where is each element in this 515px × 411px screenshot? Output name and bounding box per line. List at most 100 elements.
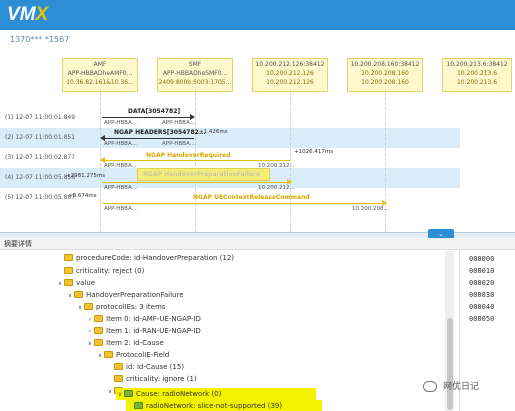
folder-icon <box>84 303 93 310</box>
folder-icon <box>94 327 103 334</box>
tree-node[interactable]: › Item 1: id-RAN-UE-NGAP-ID <box>86 325 201 337</box>
endpoint-to: 10.200.212... <box>258 185 295 191</box>
folder-icon <box>104 351 113 358</box>
hex-offset: 000020 <box>469 279 495 287</box>
message-label[interactable]: NGAP HandoverPreparationFailure <box>143 171 260 178</box>
hex-offset: 000010 <box>469 267 495 275</box>
tree-node[interactable]: ∨ protocolIEs: 3 items <box>76 301 165 313</box>
folder-icon <box>94 339 103 346</box>
row-time: (5) 12-07 11:00:05.867 <box>5 194 76 201</box>
watermark-text: 网优日记 <box>425 379 479 392</box>
column-host: 10.200.208.160 <box>361 70 409 77</box>
folder-icon <box>64 267 73 274</box>
tree-node[interactable]: criticality: ignore (1) <box>106 373 197 385</box>
folder-icon <box>114 363 123 370</box>
tree-node-label: ProtocolIE-Field <box>116 351 170 359</box>
folder-icon <box>64 254 73 261</box>
column-name: 10.200.212.126:38412 <box>255 61 325 68</box>
endpoint-from: APP-HBBA... <box>104 163 137 169</box>
tree-node-label: value <box>76 279 96 287</box>
collapse-caret-icon[interactable]: ∨ <box>116 389 124 401</box>
folder-icon <box>124 390 133 397</box>
collapse-caret-icon[interactable]: ∨ <box>76 302 84 314</box>
tree-node[interactable]: ∨ ProtocolIE-Field <box>96 349 169 361</box>
message-arrow <box>102 182 288 183</box>
endpoint-from: APP-HBBA... <box>104 120 137 126</box>
tree-node-label: Item 1: id-RAN-UE-NGAP-ID <box>106 327 201 335</box>
column-host: APP-HBBADheSMF0... <box>162 70 228 77</box>
column-header-gnb-2[interactable]: 10.200.208.160:38412 10.200.208.160 10.2… <box>347 58 423 92</box>
tree-node-label: criticality: reject (0) <box>76 267 145 275</box>
message-arrow <box>102 203 383 204</box>
message-label[interactable]: NGAP UEContextReleaseCommand <box>193 194 310 201</box>
flow-row[interactable]: (1) 12-07 11:00:01.849 <box>0 108 460 128</box>
collapse-caret-icon[interactable]: ∨ <box>56 278 64 290</box>
tree-node-label: procedureCode: id-HandoverPreparation (1… <box>76 254 235 262</box>
detail-panel-title: 摘要详情 <box>4 240 32 248</box>
tree-node[interactable]: id: id-Cause (15) <box>106 361 184 373</box>
tree-node[interactable]: criticality: reject (0) <box>56 265 144 277</box>
endpoint-from: APP-HBBA... <box>104 141 137 147</box>
folder-icon <box>94 315 103 322</box>
message-arrow <box>102 138 194 139</box>
tree-node[interactable]: ∨ value <box>56 277 95 289</box>
tree-node-label: Cause: radioNetwork (0) <box>136 390 222 398</box>
tree-node-label: protocolIEs: 3 items <box>96 303 166 311</box>
message-label[interactable]: NGAP HandoverRequired <box>146 152 230 159</box>
watermark-label: 网优日记 <box>443 382 480 392</box>
column-header-gnb-3[interactable]: 10.200.213.6:38412 10.200.213.6 10.200.2… <box>442 58 512 92</box>
app-header: VMX <box>0 0 515 30</box>
endpoint-from: APP-HBBA... <box>104 185 137 191</box>
collapse-caret-icon[interactable]: ∨ <box>66 290 74 302</box>
endpoint-to: 10.200.208... <box>352 206 389 212</box>
tree-node-label: Item 2: id-Cause <box>106 339 164 347</box>
tree-node-highlighted[interactable]: radioNetwork: slice-not-supported (39) <box>126 400 322 411</box>
folder-icon <box>74 291 83 298</box>
collapse-caret-icon[interactable]: ∨ <box>106 386 114 398</box>
row-time: (2) 12-07 11:00:01.851 <box>5 134 76 141</box>
hex-offset: 000050 <box>469 315 495 323</box>
folder-icon <box>64 279 73 286</box>
tree-node[interactable]: ∨ HandoverPreparationFailure <box>66 289 184 301</box>
tree-scrollbar-thumb[interactable] <box>447 318 453 410</box>
flow-row[interactable]: (2) 12-07 11:00:01.851 <box>0 128 460 148</box>
folder-icon <box>114 375 123 382</box>
message-label[interactable]: DATA[3054782] <box>128 108 180 115</box>
tree-node[interactable]: › Item 0: id-AMF-UE-NGAP-ID <box>86 313 201 325</box>
column-header-amf[interactable]: AMF APP-HBBADheAMF0... 10.36.82.161&10.3… <box>62 58 138 92</box>
column-host: 10.200.212.126 <box>266 70 314 77</box>
detail-panel-header: 摘要详情 <box>0 238 515 250</box>
column-host: 10.200.213.6 <box>456 70 498 77</box>
column-header-smf[interactable]: SMF APP-HBBADheSMF0... 2409:800b:5003:17… <box>157 58 233 92</box>
decode-tree: procedureCode: id-HandoverPreparation (1… <box>0 251 458 411</box>
tree-node-label: radioNetwork: slice-not-supported (39) <box>146 402 283 410</box>
collapse-caret-icon[interactable]: ∨ <box>96 350 104 362</box>
endpoint-to: APP-HBBA... <box>162 120 195 126</box>
chevron-down-icon: ⌄ <box>438 230 444 238</box>
folder-icon <box>134 402 143 409</box>
message-label[interactable]: NGAP HEADERS[3054782... <box>114 129 206 136</box>
column-address: 10.200.212.126 <box>266 79 314 86</box>
message-arrow <box>102 160 290 161</box>
column-header-gnb-1[interactable]: 10.200.212.126:38412 10.200.212.126 10.2… <box>252 58 328 92</box>
tree-node-highlighted[interactable]: ∨ Cause: radioNetwork (0) <box>116 388 316 400</box>
lifeline-gnb-1 <box>290 92 291 232</box>
tree-node-label: HandoverPreparationFailure <box>86 291 184 299</box>
column-address: 10.200.208.160 <box>361 79 409 86</box>
session-tab[interactable]: 1370*** *1567 <box>10 35 69 44</box>
tree-node-label: Item 0: id-AMF-UE-NGAP-ID <box>106 315 201 323</box>
tree-node[interactable]: ∨ Item 2: id-Cause <box>86 337 164 349</box>
row-time: (4) 12-07 11:00:05.858 <box>5 174 76 181</box>
hex-offset: 000030 <box>469 291 495 299</box>
column-name: AMF <box>93 61 107 68</box>
endpoint-to: APP-HBBA... <box>162 141 195 147</box>
time-delta: +8.674ms <box>68 193 97 199</box>
column-name: SMF <box>188 61 202 68</box>
row-time: (1) 12-07 11:00:01.849 <box>5 114 76 121</box>
column-address: 10.36.82.161&10.36... <box>66 79 134 86</box>
collapse-caret-icon[interactable]: ∨ <box>86 338 94 350</box>
time-delta: +1.426ms <box>199 129 228 135</box>
tree-node[interactable]: procedureCode: id-HandoverPreparation (1… <box>56 252 234 264</box>
hex-offset: 000000 <box>469 255 495 263</box>
lifeline-smf <box>195 92 196 232</box>
